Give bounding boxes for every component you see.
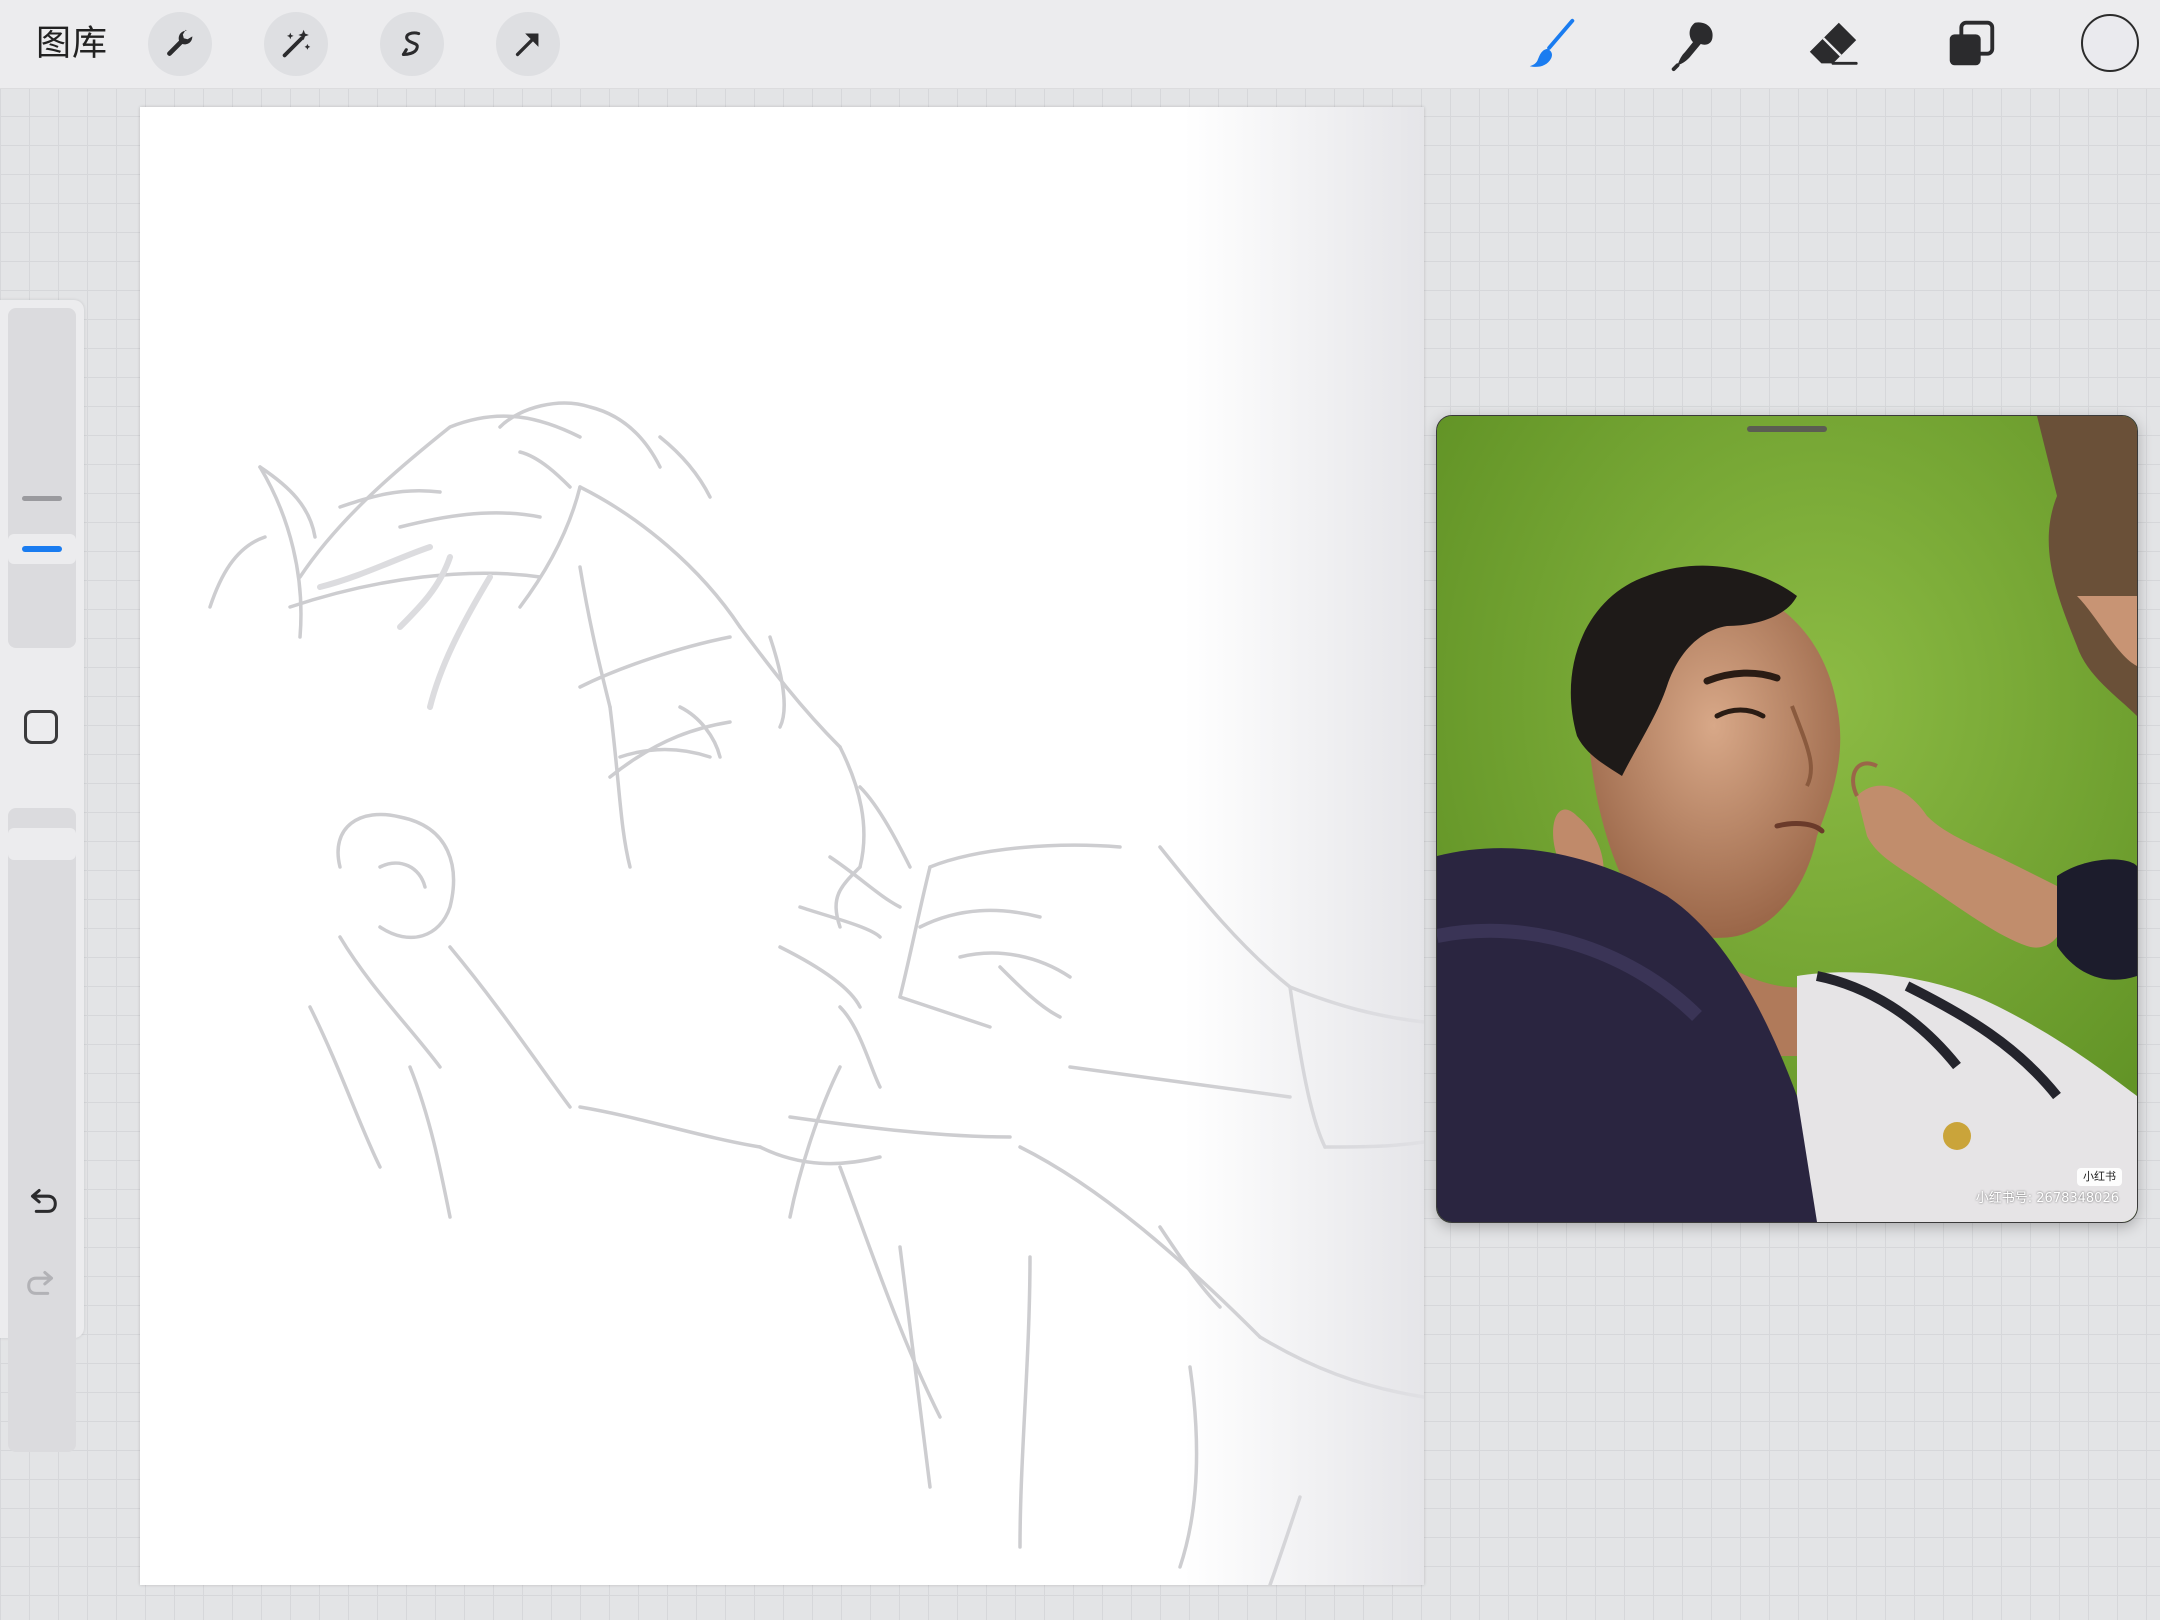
eraser-tool[interactable] xyxy=(1798,12,1868,76)
smudge-icon xyxy=(1671,22,1713,72)
top-toolbar: 图库 xyxy=(0,0,2160,89)
undo-icon xyxy=(30,1188,57,1213)
watermark-tag: 小红书 xyxy=(2077,1168,2122,1186)
layers-icon xyxy=(1949,20,1995,66)
opacity-slider[interactable] xyxy=(8,808,76,1452)
size-preset-mark xyxy=(22,496,62,501)
pencil-sketch xyxy=(208,401,1424,1585)
brush-size-slider[interactable] xyxy=(8,308,76,648)
undo-button[interactable] xyxy=(22,1180,62,1220)
reference-photo xyxy=(1437,416,2137,1222)
transform-button[interactable] xyxy=(496,12,560,76)
modify-button[interactable] xyxy=(24,710,58,744)
redo-icon xyxy=(27,1270,54,1295)
actions-button[interactable] xyxy=(148,12,212,76)
selection-button[interactable] xyxy=(380,12,444,76)
opacity-thumb[interactable] xyxy=(8,828,76,860)
smudge-tool[interactable] xyxy=(1658,12,1728,76)
reference-window[interactable]: 小红书 小红书号: 2678348026 xyxy=(1436,415,2138,1223)
eraser-icon xyxy=(1809,22,1858,65)
drawing-canvas[interactable] xyxy=(140,107,1424,1585)
brush-icon xyxy=(1529,18,1575,67)
reference-drag-handle[interactable] xyxy=(1747,426,1827,432)
redo-button[interactable] xyxy=(22,1262,62,1302)
color-picker-button[interactable] xyxy=(2081,14,2139,72)
wrench-icon xyxy=(167,29,193,56)
selection-icon xyxy=(401,31,421,56)
brush-tool[interactable] xyxy=(1518,12,1588,76)
magic-wand-icon xyxy=(282,29,311,58)
left-sidebar xyxy=(0,300,84,1452)
gallery-button[interactable]: 图库 xyxy=(36,20,108,68)
adjustments-button[interactable] xyxy=(264,12,328,76)
transform-arrow-icon xyxy=(515,33,539,57)
watermark-id: 小红书号: 2678348026 xyxy=(1975,1191,2119,1206)
brush-size-thumb[interactable] xyxy=(8,534,76,564)
layers-button[interactable] xyxy=(1936,12,2006,76)
